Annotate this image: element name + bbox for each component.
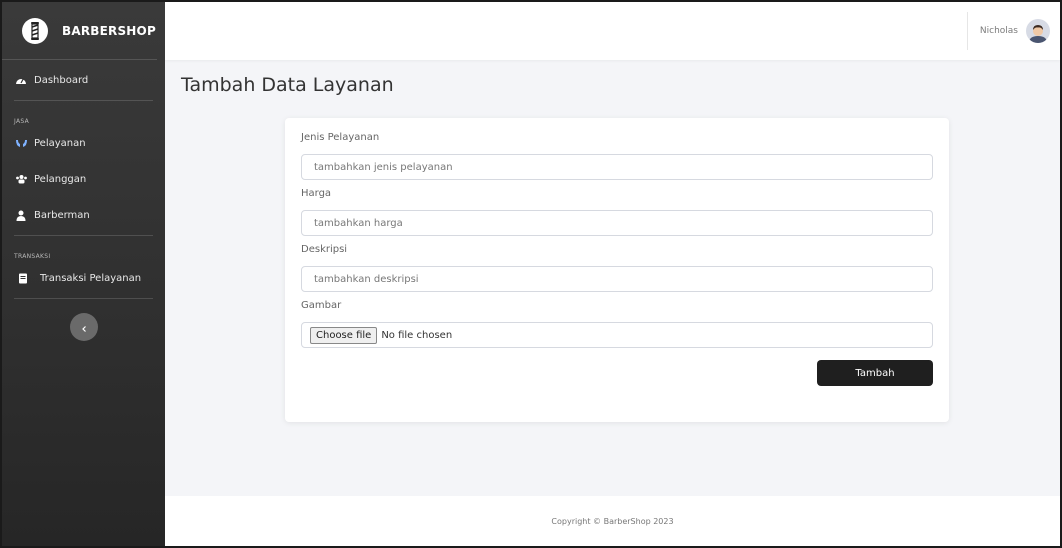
barber-pole-icon	[22, 17, 48, 44]
sidebar-divider	[14, 235, 153, 236]
footer: Copyright © BarberShop 2023	[165, 496, 1060, 546]
form-card: Jenis Pelayanan tambahkan jenis pelayana…	[285, 118, 949, 422]
choose-file-button[interactable]: Choose file	[310, 326, 378, 344]
jenis-pelayanan-input[interactable]: tambahkan jenis pelayanan	[301, 154, 933, 180]
user-icon	[14, 209, 28, 221]
chevron-left-icon	[80, 318, 88, 337]
sidebar-item-transaksi-pelayanan[interactable]: Transaksi Pelayanan	[2, 260, 165, 296]
sidebar-divider	[14, 100, 153, 101]
user-name[interactable]: Nicholas	[980, 26, 1018, 36]
tachometer-icon	[14, 74, 28, 86]
brand[interactable]: BARBERSHOP	[2, 2, 157, 60]
sidebar-item-label: Pelayanan	[34, 137, 86, 149]
avatar[interactable]	[1026, 19, 1050, 43]
harga-input[interactable]: tambahkan harga	[301, 210, 933, 236]
sidebar-heading-transaksi: TRANSAKSI	[14, 253, 51, 260]
sidebar-item-label: Barberman	[34, 209, 90, 221]
file-status-text: No file chosen	[381, 329, 453, 341]
deskripsi-input[interactable]: tambahkan deskripsi	[301, 266, 933, 292]
jenis-pelayanan-label: Jenis Pelayanan	[301, 132, 380, 143]
main-area: Nicholas Tambah Data Layanan Jenis Pelay…	[165, 2, 1060, 546]
topbar-divider	[966, 12, 968, 50]
receipt-icon	[16, 272, 30, 284]
tambah-button[interactable]: Tambah	[817, 360, 933, 386]
deskripsi-label: Deskripsi	[301, 244, 348, 255]
sidebar-item-label: Transaksi Pelayanan	[40, 272, 142, 284]
topbar: Nicholas	[165, 2, 1060, 60]
gambar-label: Gambar	[301, 300, 342, 311]
sidebar-heading-jasa: JASA	[14, 118, 29, 125]
gambar-file-input[interactable]: Choose file No file chosen	[301, 322, 933, 348]
copyright-text: Copyright © BarberShop 2023	[551, 516, 674, 526]
service-hands-icon	[14, 137, 28, 149]
brand-name: BARBERSHOP	[62, 23, 156, 38]
sidebar-item-dashboard[interactable]: Dashboard	[2, 62, 165, 98]
users-icon	[14, 173, 28, 185]
sidebar-item-pelayanan[interactable]: Pelayanan	[2, 125, 165, 161]
sidebar-item-label: Dashboard	[34, 74, 89, 86]
sidebar-item-pelanggan[interactable]: Pelanggan	[2, 161, 165, 197]
harga-label: Harga	[301, 188, 332, 199]
page-content: Tambah Data Layanan Jenis Pelayanan tamb…	[165, 60, 1060, 496]
sidebar-toggle-button[interactable]	[69, 313, 98, 341]
sidebar-item-barberman[interactable]: Barberman	[2, 197, 165, 233]
page-title: Tambah Data Layanan	[181, 74, 394, 96]
sidebar: BARBERSHOP Dashboard JASA Pelayanan Pela…	[2, 2, 165, 546]
sidebar-divider	[14, 298, 153, 299]
sidebar-item-label: Pelanggan	[34, 173, 87, 185]
submit-row: Tambah	[301, 360, 933, 386]
app-frame: BARBERSHOP Dashboard JASA Pelayanan Pela…	[0, 0, 1062, 548]
